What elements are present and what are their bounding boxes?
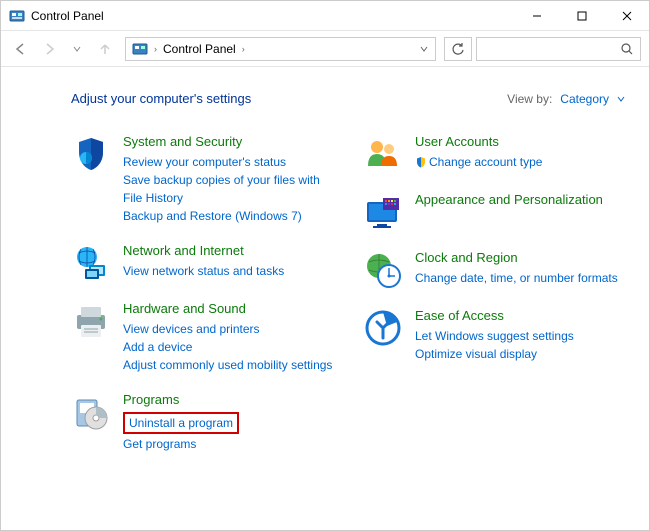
- printer-icon: [71, 301, 111, 341]
- address-dropdown[interactable]: [419, 44, 429, 54]
- accessibility-icon: [363, 308, 403, 348]
- view-by-label: View by:: [507, 92, 552, 106]
- address-bar[interactable]: › Control Panel ›: [125, 37, 436, 61]
- category-title[interactable]: User Accounts: [415, 134, 625, 151]
- titlebar: Control Panel: [1, 1, 649, 31]
- link-text: Change account type: [429, 155, 542, 169]
- toolbar: › Control Panel ›: [1, 31, 649, 67]
- view-by-value: Category: [560, 92, 609, 106]
- category-link[interactable]: View network status and tasks: [123, 262, 333, 280]
- category-title[interactable]: Ease of Access: [415, 308, 625, 325]
- breadcrumb-root[interactable]: Control Panel: [163, 42, 236, 56]
- highlight-annotation: Uninstall a program: [123, 412, 239, 434]
- uac-shield-icon: [415, 156, 427, 168]
- category-clock-region: Clock and Region Change date, time, or n…: [363, 250, 625, 290]
- category-title[interactable]: Programs: [123, 392, 333, 409]
- control-panel-addr-icon: [132, 41, 148, 57]
- people-icon: [363, 134, 403, 174]
- globe-network-icon: [71, 243, 111, 283]
- category-link[interactable]: Add a device: [123, 338, 333, 356]
- control-panel-icon: [9, 8, 25, 24]
- category-columns: System and Security Review your computer…: [71, 134, 625, 471]
- search-input[interactable]: [476, 37, 641, 61]
- category-title[interactable]: Network and Internet: [123, 243, 333, 260]
- category-link[interactable]: View devices and printers: [123, 320, 333, 338]
- category-link[interactable]: Let Windows suggest settings: [415, 327, 625, 345]
- category-title[interactable]: System and Security: [123, 134, 333, 151]
- chevron-right-icon: ›: [154, 44, 157, 54]
- uninstall-program-link[interactable]: Uninstall a program: [129, 414, 233, 432]
- history-dropdown[interactable]: [65, 37, 89, 61]
- back-button[interactable]: [9, 37, 33, 61]
- up-button[interactable]: [93, 37, 117, 61]
- chevron-right-icon: ›: [242, 44, 245, 54]
- category-link[interactable]: Adjust commonly used mobility settings: [123, 356, 333, 374]
- search-icon: [620, 42, 634, 56]
- category-link[interactable]: Backup and Restore (Windows 7): [123, 207, 333, 225]
- category-title[interactable]: Clock and Region: [415, 250, 625, 267]
- shield-icon: [71, 134, 111, 174]
- category-ease-of-access: Ease of Access Let Windows suggest setti…: [363, 308, 625, 363]
- right-column: User Accounts Change account type Appear…: [363, 134, 625, 471]
- minimize-button[interactable]: [514, 1, 559, 31]
- category-link[interactable]: Change date, time, or number formats: [415, 269, 625, 287]
- close-button[interactable]: [604, 1, 649, 31]
- chevron-down-icon: [617, 95, 625, 103]
- category-link[interactable]: Change account type: [415, 153, 625, 171]
- window-controls: [514, 1, 649, 31]
- category-appearance: Appearance and Personalization: [363, 192, 625, 232]
- category-link[interactable]: Optimize visual display: [415, 345, 625, 363]
- disc-box-icon: [71, 392, 111, 432]
- category-programs: Programs Uninstall a program Get program…: [71, 392, 333, 453]
- category-title[interactable]: Appearance and Personalization: [415, 192, 625, 209]
- category-link[interactable]: Review your computer's status: [123, 153, 333, 171]
- category-link[interactable]: Save backup copies of your files with Fi…: [123, 171, 333, 207]
- content-header: Adjust your computer's settings View by:…: [71, 91, 625, 106]
- page-title: Adjust your computer's settings: [71, 91, 251, 106]
- category-network: Network and Internet View network status…: [71, 243, 333, 283]
- category-hardware: Hardware and Sound View devices and prin…: [71, 301, 333, 374]
- category-user-accounts: User Accounts Change account type: [363, 134, 625, 174]
- category-system-security: System and Security Review your computer…: [71, 134, 333, 225]
- monitor-colors-icon: [363, 192, 403, 232]
- category-title[interactable]: Hardware and Sound: [123, 301, 333, 318]
- refresh-button[interactable]: [444, 37, 472, 61]
- maximize-button[interactable]: [559, 1, 604, 31]
- window-title: Control Panel: [31, 9, 514, 23]
- category-link[interactable]: Get programs: [123, 435, 333, 453]
- left-column: System and Security Review your computer…: [71, 134, 333, 471]
- content-area: Adjust your computer's settings View by:…: [1, 67, 649, 491]
- clock-globe-icon: [363, 250, 403, 290]
- forward-button[interactable]: [37, 37, 61, 61]
- view-by-control[interactable]: View by: Category: [507, 92, 625, 106]
